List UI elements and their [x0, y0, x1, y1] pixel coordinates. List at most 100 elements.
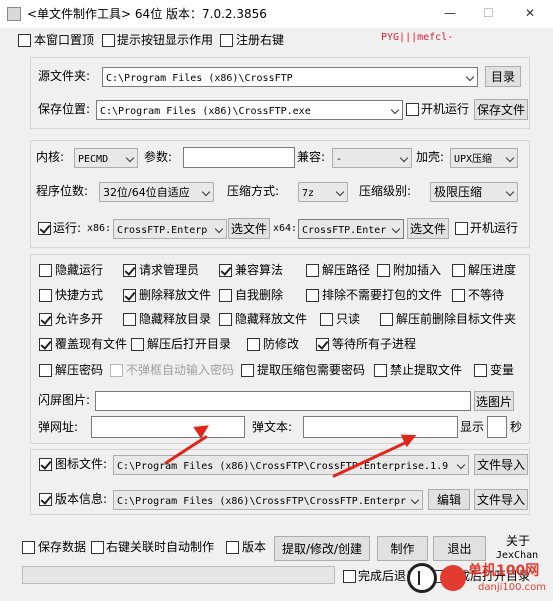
x64-select-file-button[interactable]: 选文件: [407, 218, 449, 239]
no-wait-label: 不等待: [468, 288, 505, 302]
version-import-button[interactable]: 文件导入: [474, 489, 528, 510]
autorun-checkbox[interactable]: [406, 103, 419, 116]
run-checkbox[interactable]: [38, 222, 51, 235]
finish-exit-checkbox[interactable]: [343, 570, 356, 583]
extract-modify-create-button[interactable]: 提取/修改/创建: [274, 536, 370, 561]
x64-label: x64:: [273, 223, 298, 234]
watermark-text: PYG|||mefcl-: [381, 32, 454, 43]
compat-label: 兼容:: [297, 150, 326, 164]
site-watermark-text: 单机100网: [468, 563, 540, 579]
flash-image-input[interactable]: [95, 391, 471, 411]
compress-combo[interactable]: 7z: [298, 182, 348, 202]
x64-combo[interactable]: CrossFTP.Enter: [298, 219, 404, 239]
level-value: 极限压缩: [434, 185, 483, 199]
chevron-down-icon: [399, 153, 409, 163]
hide-release-dir-label: 隐藏释放目录: [139, 312, 212, 326]
shortcut-checkbox[interactable]: [39, 289, 52, 302]
compat-combo[interactable]: -: [332, 148, 412, 168]
request-admin-checkbox[interactable]: [123, 264, 136, 277]
save-file-button[interactable]: 保存文件: [474, 99, 528, 120]
icon-file-combo[interactable]: C:\Program Files (x86)\CrossFTP\CrossFTP…: [113, 455, 469, 475]
hide-release-dir-checkbox[interactable]: [123, 313, 136, 326]
source-folder-value: C:\Program Files (x86)\CrossFTP: [106, 73, 293, 84]
make-button[interactable]: 制作: [377, 536, 428, 561]
chevron-down-icon: [201, 187, 211, 197]
bits-combo[interactable]: 32位/64位自适应: [99, 182, 214, 202]
kernel-combo[interactable]: PECMD: [74, 148, 138, 168]
anti-change-label: 防修改: [263, 337, 300, 351]
extract-needs-password-checkbox[interactable]: [241, 364, 254, 377]
extract-path-checkbox[interactable]: [306, 264, 319, 277]
run-autorun-label: 开机运行: [470, 221, 519, 235]
no-popup-password-checkbox[interactable]: [110, 364, 123, 377]
read-only-checkbox[interactable]: [320, 313, 333, 326]
popup-url-input[interactable]: [91, 416, 245, 438]
compat-mode-checkbox[interactable]: [219, 264, 232, 277]
save-location-combo[interactable]: C:\Program Files (x86)\CrossFTP.exe: [96, 100, 403, 120]
edit-version-button[interactable]: 编辑: [428, 489, 470, 510]
right-menu-auto-checkbox[interactable]: [91, 541, 104, 554]
chevron-down-icon: [214, 224, 224, 234]
exit-button[interactable]: 退出: [433, 536, 486, 561]
tooltip-label: 提示按钮显示作用: [117, 33, 214, 47]
allow-multi-label: 允许多开: [55, 312, 104, 326]
source-folder-combo[interactable]: C:\Program Files (x86)\CrossFTP: [102, 67, 478, 87]
attach-insert-checkbox[interactable]: [377, 264, 390, 277]
window-title: <单文件制作工具> 64位 版本：7.0.2.3856: [27, 7, 267, 21]
no-wait-checkbox[interactable]: [452, 289, 465, 302]
x86-select-file-button[interactable]: 选文件: [228, 218, 270, 239]
chevron-down-icon: [456, 460, 466, 470]
exclude-subpkg-checkbox[interactable]: [306, 289, 319, 302]
tooltip-checkbox[interactable]: [102, 34, 115, 47]
x86-combo[interactable]: CrossFTP.Enterp: [113, 219, 227, 239]
forbid-extract-checkbox[interactable]: [374, 364, 387, 377]
shortcut-label: 快捷方式: [55, 288, 104, 302]
about-line1[interactable]: 关于: [506, 533, 530, 549]
extract-password-checkbox[interactable]: [39, 364, 52, 377]
hide-run-checkbox[interactable]: [39, 264, 52, 277]
icon-import-button[interactable]: 文件导入: [474, 454, 528, 475]
x86-value: CrossFTP.Enterp: [117, 225, 208, 236]
open-dir-after-checkbox[interactable]: [131, 338, 144, 351]
delete-released-checkbox[interactable]: [123, 289, 136, 302]
delete-target-before-checkbox[interactable]: [380, 313, 393, 326]
hide-release-file-checkbox[interactable]: [219, 313, 232, 326]
overwrite-checkbox[interactable]: [39, 338, 52, 351]
select-image-button[interactable]: 选图片: [474, 391, 514, 411]
register-menu-checkbox[interactable]: [220, 34, 233, 47]
version-info-combo[interactable]: C:\Program Files (x86)\CrossFTP\CrossFTP…: [113, 490, 423, 510]
attach-insert-label: 附加插入: [393, 263, 442, 277]
browse-folder-button[interactable]: 目录: [485, 66, 521, 87]
chevron-down-icon: [505, 153, 515, 163]
about-line2[interactable]: JexChan: [496, 548, 538, 564]
icon-file-checkbox[interactable]: [39, 458, 52, 471]
run-autorun-checkbox[interactable]: [455, 222, 468, 235]
extract-progress-checkbox[interactable]: [452, 264, 465, 277]
maximize-button[interactable]: ☐: [483, 5, 494, 21]
topmost-checkbox[interactable]: [18, 34, 31, 47]
x86-label: x86:: [87, 223, 112, 234]
level-combo[interactable]: 极限压缩: [430, 182, 518, 202]
site-logo-plus-icon: [418, 571, 426, 585]
allow-multi-checkbox[interactable]: [39, 313, 52, 326]
shell-combo[interactable]: UPX压缩: [450, 148, 518, 168]
minimize-button[interactable]: —: [444, 5, 456, 21]
overwrite-label: 覆盖现有文件: [55, 337, 128, 351]
version-info-checkbox[interactable]: [39, 493, 52, 506]
params-input[interactable]: [183, 147, 295, 168]
anti-change-checkbox[interactable]: [247, 338, 260, 351]
close-button[interactable]: ✕: [525, 5, 535, 21]
save-location-label: 保存位置:: [38, 102, 91, 116]
wait-children-checkbox[interactable]: [316, 338, 329, 351]
variable-checkbox[interactable]: [474, 364, 487, 377]
seconds-input[interactable]: [487, 416, 507, 438]
delete-released-label: 删除释放文件: [139, 288, 212, 302]
version-checkbox[interactable]: [226, 541, 239, 554]
self-delete-checkbox[interactable]: [219, 289, 232, 302]
hide-release-file-label: 隐藏释放文件: [235, 312, 308, 326]
version-info-value: C:\Program Files (x86)\CrossFTP\CrossFTP…: [117, 496, 406, 507]
exclude-subpkg-label: 排除不需要打包的文件: [322, 288, 443, 302]
save-data-checkbox[interactable]: [22, 541, 35, 554]
popup-text-input[interactable]: [303, 416, 458, 438]
extract-needs-password-label: 提取压缩包需要密码: [257, 363, 366, 377]
